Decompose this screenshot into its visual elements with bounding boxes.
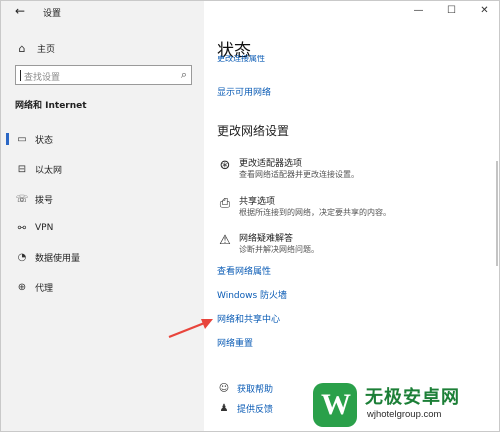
network-reset-link[interactable]: 网络重置 — [217, 336, 253, 349]
view-properties-link[interactable]: 查看网络属性 — [217, 264, 271, 277]
sidebar-item-label: 以太网 — [35, 165, 63, 176]
feedback-label: 提供反馈 — [237, 404, 274, 415]
option-title: 更改适配器选项 — [239, 159, 303, 169]
sidebar: ← 设置 ⌂ 主页 查找设置 ⌕ 网络和 Internet ▭ 状态 ⊟ 以太网… — [1, 1, 204, 431]
text-caret — [20, 70, 21, 81]
sidebar-item-label: VPN — [35, 223, 54, 233]
vpn-icon: ⚯ — [17, 222, 27, 234]
option-desc: 根据所连接到的网络，决定要共享的内容。 — [239, 208, 391, 217]
close-button[interactable]: ✕ — [468, 1, 499, 21]
home-label: 主页 — [37, 44, 56, 55]
sidebar-item-dialup[interactable]: ☏ 拨号 — [1, 190, 204, 208]
ethernet-icon: ⊟ — [17, 163, 27, 175]
sidebar-item-vpn[interactable]: ⚯ VPN — [1, 219, 204, 237]
main-panel: — ☐ ✕ 状态 更改连接属性 显示可用网络 更改网络设置 ⊛ 更改适配器选项 … — [204, 1, 499, 431]
option-title: 共享选项 — [239, 197, 276, 207]
feedback-icon: ♟ — [219, 402, 229, 414]
sidebar-item-ethernet[interactable]: ⊟ 以太网 — [1, 160, 204, 178]
maximize-button[interactable]: ☐ — [435, 1, 468, 21]
section-heading: 更改网络设置 — [217, 124, 290, 138]
brand-url: wjhotelgroup.com — [367, 409, 442, 420]
option-desc: 查看网络适配器并更改连接设置。 — [239, 170, 359, 179]
warning-icon: ⚠ — [219, 233, 231, 248]
help-icon: ☺ — [218, 382, 230, 394]
window-controls: — ☐ ✕ — [402, 1, 499, 21]
logo-letter: W — [321, 388, 351, 421]
data-usage-icon: ◔ — [17, 251, 27, 263]
sidebar-section-title: 网络和 Internet — [15, 101, 87, 111]
back-arrow-icon[interactable]: ← — [15, 4, 25, 18]
search-box[interactable]: 查找设置 ⌕ — [15, 65, 192, 85]
option-title: 网络疑难解答 — [239, 234, 294, 244]
minimize-button[interactable]: — — [402, 1, 435, 21]
active-indicator — [6, 133, 9, 145]
sidebar-item-proxy[interactable]: ⊕ 代理 — [1, 278, 204, 296]
brand-logo: W — [313, 383, 357, 427]
show-networks-link[interactable]: 显示可用网络 — [217, 85, 271, 98]
settings-window: ← 设置 ⌂ 主页 查找设置 ⌕ 网络和 Internet ▭ 状态 ⊟ 以太网… — [0, 0, 500, 432]
search-icon[interactable]: ⌕ — [181, 68, 187, 82]
proxy-icon: ⊕ — [17, 281, 27, 293]
sidebar-item-label: 数据使用量 — [35, 253, 81, 264]
firewall-link[interactable]: Windows 防火墙 — [217, 288, 287, 301]
status-icon: ▭ — [17, 133, 27, 145]
option-desc: 诊断并解决网络问题。 — [239, 245, 319, 254]
sidebar-item-status[interactable]: ▭ 状态 — [1, 130, 204, 148]
search-placeholder: 查找设置 — [24, 73, 61, 83]
help-label: 获取帮助 — [237, 384, 274, 395]
window-title: 设置 — [43, 9, 62, 19]
feedback-link[interactable]: ♟ 提供反馈 — [217, 401, 274, 415]
sharing-center-link[interactable]: 网络和共享中心 — [217, 312, 280, 325]
sidebar-item-label: 代理 — [35, 283, 54, 294]
sidebar-item-label: 拨号 — [35, 195, 54, 206]
adapter-icon: ⊛ — [219, 158, 231, 173]
scrollbar[interactable] — [496, 161, 498, 266]
change-connection-link[interactable]: 更改连接属性 — [217, 55, 265, 62]
dialup-icon: ☏ — [15, 193, 29, 205]
sharing-icon: ⎙ — [219, 196, 231, 211]
get-help-link[interactable]: ☺ 获取帮助 — [217, 381, 273, 395]
sidebar-item-home[interactable]: ⌂ 主页 — [15, 40, 56, 56]
title-bar: ← 设置 — [1, 1, 204, 23]
watermark: W 无极安卓网 wjhotelgroup.com — [313, 379, 499, 431]
brand-name: 无极安卓网 — [365, 387, 460, 408]
home-icon: ⌂ — [18, 41, 26, 55]
sidebar-item-data-usage[interactable]: ◔ 数据使用量 — [1, 248, 204, 266]
sidebar-item-label: 状态 — [35, 135, 54, 146]
